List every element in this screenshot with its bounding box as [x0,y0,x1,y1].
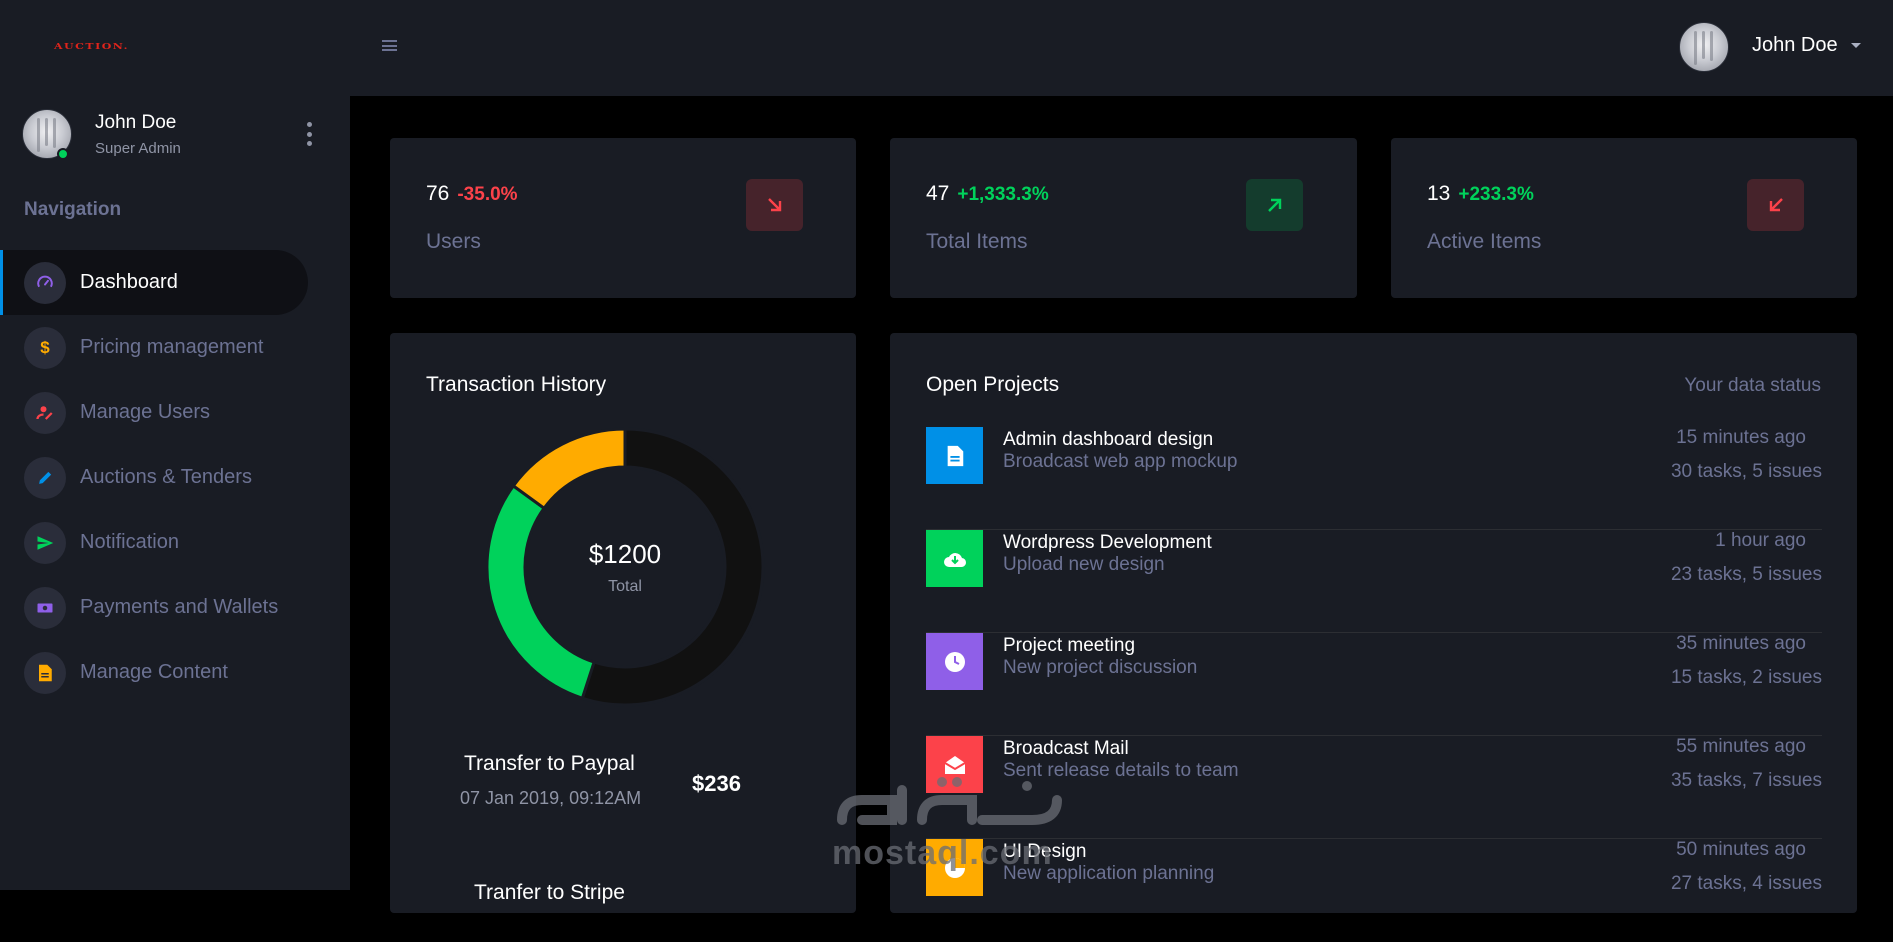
brand-logo[interactable]: AUCTION. [54,41,129,51]
project-tasks: 35 tasks, 7 issues [1670,770,1822,791]
cash-icon [24,586,66,629]
sidebar: AUCTION. John Doe Super Admin Navigation… [0,0,350,890]
project-time: 1 hour ago [1715,530,1806,551]
file-icon [24,651,66,694]
stat-value: 47 +1,333.3% [926,182,1049,205]
cloud-download-icon [926,530,983,587]
caret-down-icon[interactable] [1851,43,1861,48]
sidebar-item-label: Manage Users [80,401,211,423]
project-title: Broadcast Mail [1003,738,1129,759]
card-title: Open Projects [926,373,1060,396]
topbar: John Doe [350,0,1893,96]
profile-role: Super Admin [95,139,181,157]
stat-value: 13 +233.3% [1427,182,1534,205]
send-icon [24,521,66,564]
sidebar-item-auctions[interactable]: Auctions & Tenders [0,445,308,510]
project-tasks: 23 tasks, 5 issues [1670,564,1822,585]
sidebar-item-manage-content[interactable]: Manage Content [0,640,308,705]
nav-heading: Navigation [24,199,122,220]
user-edit-icon [24,391,66,434]
stat-change: +1,333.3% [957,184,1049,205]
card-title: Transaction History [426,373,607,396]
sidebar-item-payments[interactable]: Payments and Wallets [0,575,308,640]
stat-label: Users [426,230,481,253]
stat-card-active-items: 13 +233.3% Active Items [1391,138,1857,298]
pencil-icon [24,456,66,499]
stat-value: 76 -35.0% [426,182,518,205]
project-title: Project meeting [1003,635,1136,656]
project-row[interactable]: Wordpress Development Upload new design … [926,530,1822,633]
transaction-history-card: Transaction History $1200 Total Transfer… [390,333,856,913]
project-subtitle: Broadcast web app mockup [1003,451,1238,472]
project-tasks: 27 tasks, 4 issues [1670,873,1822,894]
donut-total-amount: $1200 [588,538,662,569]
speedometer-icon [24,261,66,304]
data-status-link[interactable]: Your data status [1684,375,1821,397]
arrow-bottom-right-icon [746,179,803,231]
sidebar-item-label: Auctions & Tenders [80,466,252,488]
sidebar-item-label: Pricing management [80,336,264,358]
document-icon [926,427,983,484]
user-menu-name[interactable]: John Doe [1752,34,1838,57]
profile-menu-icon[interactable] [303,122,315,146]
sidebar-item-pricing[interactable]: $ Pricing management [0,315,308,380]
project-subtitle: New project discussion [1003,657,1198,678]
project-row[interactable]: Project meeting New project discussion 3… [926,633,1822,736]
sidebar-item-notification[interactable]: Notification [0,510,308,575]
sidebar-item-label: Notification [80,531,179,553]
project-time: 15 minutes ago [1676,427,1806,448]
project-subtitle: Upload new design [1003,554,1165,575]
stat-label: Active Items [1427,230,1542,253]
transaction-title: Transfer to Paypal [464,752,635,775]
watermark-text: mostaql.com [832,834,1053,872]
project-title: Wordpress Development [1003,532,1212,553]
donut-chart: $1200 Total [485,427,765,707]
sidebar-nav: Dashboard $ Pricing management Manage Us… [0,250,350,705]
transaction-amount: $236 [692,771,741,796]
project-title: Admin dashboard design [1003,429,1214,450]
dollar-icon: $ [24,326,66,369]
sidebar-item-label: Dashboard [80,271,178,293]
project-tasks: 15 tasks, 2 issues [1670,667,1822,688]
brand[interactable]: AUCTION. [0,0,350,96]
stat-change: -35.0% [457,184,518,205]
project-time: 35 minutes ago [1676,633,1806,654]
stat-card-total-items: 47 +1,333.3% Total Items [890,138,1357,298]
project-row[interactable]: Admin dashboard design Broadcast web app… [926,427,1822,530]
stat-label: Total Items [926,230,1028,253]
donut-total-label: Total [608,577,642,595]
sidebar-item-manage-users[interactable]: Manage Users [0,380,308,445]
watermark-logo-icon [837,777,1062,825]
sidebar-item-dashboard[interactable]: Dashboard [0,250,308,315]
transaction-title: Tranfer to Stripe [474,881,625,904]
sidebar-item-label: Manage Content [80,661,228,683]
arrow-bottom-left-icon [1747,179,1804,231]
clock-icon [926,633,983,690]
watermark: mostaql.com [832,770,1068,872]
project-tasks: 30 tasks, 5 issues [1670,461,1822,482]
stat-card-users: 76 -35.0% Users [390,138,856,298]
online-status-dot [57,148,69,160]
user-avatar[interactable] [1679,22,1729,72]
menu-toggle-icon[interactable] [382,40,397,51]
stat-change: +233.3% [1458,184,1534,205]
project-time: 55 minutes ago [1676,736,1806,757]
project-time: 50 minutes ago [1676,839,1806,860]
arrow-top-right-icon [1246,179,1303,231]
profile-name: John Doe [95,111,177,133]
sidebar-item-label: Payments and Wallets [80,596,279,618]
transaction-date: 07 Jan 2019, 09:12AM [460,788,642,808]
